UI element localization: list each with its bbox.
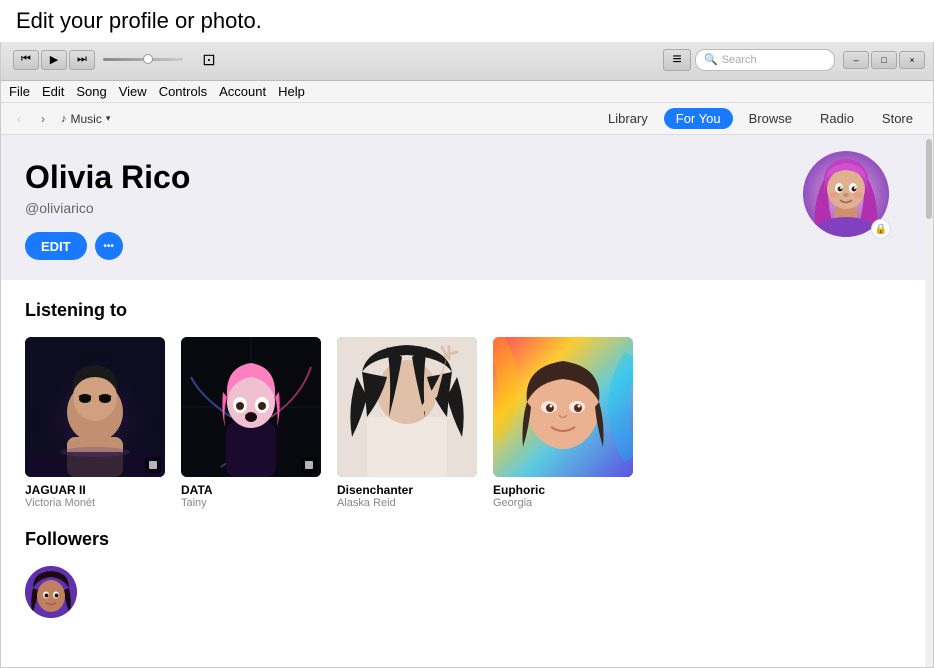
nav-tabs: Library For You Browse Radio Store xyxy=(596,108,925,129)
album-artist-0: Victoria Monét xyxy=(25,497,165,509)
maximize-button[interactable]: □ xyxy=(871,51,897,69)
tooltip-banner: Edit your profile or photo. xyxy=(0,0,934,42)
menu-edit[interactable]: Edit xyxy=(42,84,64,99)
album-cover-3 xyxy=(493,337,633,477)
album-cover-2 xyxy=(337,337,477,477)
followers-title: Followers xyxy=(25,529,909,550)
listening-title: Listening to xyxy=(25,300,909,321)
menu-help[interactable]: Help xyxy=(278,84,305,99)
profile-name: Olivia Rico xyxy=(25,159,909,196)
album-artist-1: Tainy xyxy=(181,497,321,509)
album-item-3[interactable]: Euphoric Georgia xyxy=(493,337,633,509)
search-box[interactable]: 🔍 Search xyxy=(695,49,835,71)
airplay-icon: ⊡ xyxy=(202,50,215,70)
album-art-3 xyxy=(493,337,633,477)
tab-store[interactable]: Store xyxy=(870,108,925,129)
menu-account[interactable]: Account xyxy=(219,84,266,99)
back-icon: ‹ xyxy=(17,112,21,126)
album-badge-0 xyxy=(145,457,161,473)
album-title-3: Euphoric xyxy=(493,483,633,497)
album-item-0[interactable]: JAGUAR II Victoria Monét xyxy=(25,337,165,509)
volume-track xyxy=(103,58,183,61)
titlebar: ⏮ ▶ ⏭ ⊡ ≡ 🔍 Search xyxy=(1,39,933,81)
source-label: Music xyxy=(71,112,102,126)
airplay-button[interactable]: ⊡ xyxy=(195,46,223,74)
album-cover-1 xyxy=(181,337,321,477)
edit-button[interactable]: EDIT xyxy=(25,232,87,260)
menu-file[interactable]: File xyxy=(9,84,30,99)
forward-button[interactable]: › xyxy=(33,109,53,129)
fastforward-icon: ⏭ xyxy=(77,53,87,66)
album-art-1 xyxy=(181,337,321,477)
album-item-1[interactable]: DATA Tainy xyxy=(181,337,321,509)
follower-avatar-0[interactable] xyxy=(25,566,77,618)
tab-for-you[interactable]: For You xyxy=(664,108,733,129)
search-icon: 🔍 xyxy=(704,53,718,66)
lock-icon: 🔒 xyxy=(875,224,887,235)
itunes-window: ⏮ ▶ ⏭ ⊡ ≡ 🔍 Search xyxy=(0,38,934,668)
profile-actions: EDIT ••• xyxy=(25,232,909,260)
play-icon: ▶ xyxy=(50,53,58,66)
ellipsis-icon: ••• xyxy=(103,241,114,252)
scrollbar-thumb xyxy=(926,139,932,219)
profile-avatar[interactable]: 🔒 xyxy=(803,151,893,241)
album-artist-3: Georgia xyxy=(493,497,633,509)
close-icon: × xyxy=(909,55,914,65)
transport-controls: ⏮ ▶ ⏭ xyxy=(13,50,95,70)
followers-section: Followers xyxy=(1,529,933,638)
volume-slider[interactable] xyxy=(103,50,183,70)
back-button[interactable]: ‹ xyxy=(9,109,29,129)
rewind-button[interactable]: ⏮ xyxy=(13,50,39,70)
album-art-2 xyxy=(337,337,477,477)
lock-badge: 🔒 xyxy=(871,219,891,239)
album-item-2[interactable]: Disenchanter Alaska Reid xyxy=(337,337,477,509)
music-note-icon: ♪ xyxy=(61,113,67,125)
album-title-2: Disenchanter xyxy=(337,483,477,497)
rewind-icon: ⏮ xyxy=(21,53,31,66)
close-button[interactable]: × xyxy=(899,51,925,69)
fastforward-button[interactable]: ⏭ xyxy=(69,50,95,70)
more-button[interactable]: ••• xyxy=(95,232,123,260)
minimize-button[interactable]: – xyxy=(843,51,869,69)
album-art-0 xyxy=(25,337,165,477)
minimize-icon: – xyxy=(853,55,858,65)
album-cover-0 xyxy=(25,337,165,477)
menu-song[interactable]: Song xyxy=(76,84,106,99)
source-dropdown[interactable]: Music ▾ xyxy=(71,112,111,126)
volume-thumb xyxy=(143,54,153,64)
follower-avatar-svg xyxy=(25,566,77,618)
maximize-icon: □ xyxy=(881,55,886,65)
navbar: ‹ › ♪ Music ▾ Library For You Browse xyxy=(1,103,933,135)
nav-arrows: ‹ › xyxy=(9,109,53,129)
scrollbar[interactable] xyxy=(925,135,933,667)
list-view-button[interactable]: ≡ xyxy=(663,49,691,71)
tab-browse[interactable]: Browse xyxy=(737,108,804,129)
music-source: ♪ Music ▾ xyxy=(61,112,110,126)
tooltip-text: Edit your profile or photo. xyxy=(16,8,262,33)
profile-section: Olivia Rico @oliviarico EDIT ••• xyxy=(1,135,933,280)
listening-section: Listening to xyxy=(1,280,933,529)
tab-library[interactable]: Library xyxy=(596,108,660,129)
content-area: Olivia Rico @oliviarico EDIT ••• xyxy=(1,135,933,667)
album-artist-2: Alaska Reid xyxy=(337,497,477,509)
profile-handle: @oliviarico xyxy=(25,200,909,216)
list-icon: ≡ xyxy=(672,51,681,69)
album-title-1: DATA xyxy=(181,483,321,497)
menu-view[interactable]: View xyxy=(119,84,147,99)
search-placeholder: Search xyxy=(722,54,757,66)
albums-grid: JAGUAR II Victoria Monét xyxy=(25,337,909,509)
album-badge-1 xyxy=(301,457,317,473)
play-button[interactable]: ▶ xyxy=(41,50,67,70)
album-title-0: JAGUAR II xyxy=(25,483,165,497)
chevron-down-icon: ▾ xyxy=(106,113,111,124)
tab-radio[interactable]: Radio xyxy=(808,108,866,129)
menubar: File Edit Song View Controls Account Hel… xyxy=(1,81,933,103)
forward-icon: › xyxy=(41,112,45,126)
menu-controls[interactable]: Controls xyxy=(159,84,207,99)
